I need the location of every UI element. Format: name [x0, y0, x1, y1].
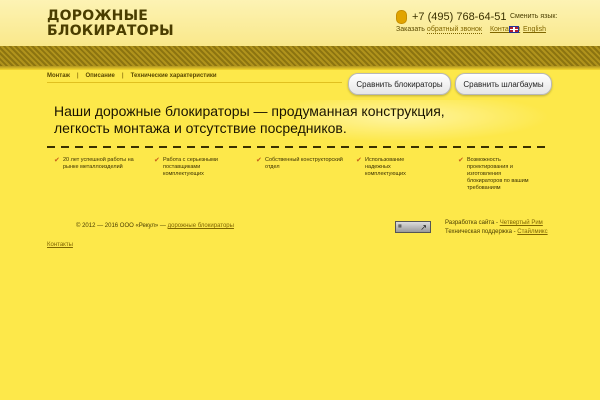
headline-line-1: Наши дорожные блокираторы — продуманная … [54, 103, 445, 119]
compare-blockers-button[interactable]: Сравнить блокираторы [348, 73, 451, 95]
headline-line-2: легкость монтажа и отсутствие посреднико… [54, 120, 347, 136]
feature-text: Использование надежных комплектующих [365, 157, 406, 177]
feature-item: ✔ Собственный конструкторский отдел [256, 157, 347, 171]
logo-line-2: БЛОКИРАТОРЫ [47, 23, 174, 39]
features-list: ✔ 20 лет успешной работы на рынке металл… [54, 157, 554, 207]
copyright-link[interactable]: дорожные блокираторы [168, 223, 234, 229]
phone-number: +7 (495) 768-64-51 [412, 11, 507, 23]
site-logo[interactable]: ДОРОЖНЫЕ БЛОКИРАТОРЫ [47, 9, 177, 39]
uk-flag-icon [509, 26, 519, 33]
nav-separator: | [121, 73, 124, 79]
badge-arrow-icon: ↗ [420, 222, 427, 232]
logo-line-1: ДОРОЖНЫЕ [47, 8, 149, 24]
feature-item: ✔ Работа с серьезными поставщиками компл… [154, 157, 238, 178]
copyright: © 2012 — 2016 ООО «Рекул» — дорожные бло… [76, 223, 234, 229]
feature-text: 20 лет успешной работы на рынке металлои… [63, 157, 134, 170]
callback-link[interactable]: обратный звонок [426, 26, 482, 34]
badge-grid-icon: ▦ [398, 223, 402, 228]
checkmark-icon: ✔ [256, 157, 262, 164]
dashed-divider [47, 146, 547, 148]
english-link[interactable]: English [523, 26, 546, 33]
footer-contacts-link[interactable]: Контакты [47, 242, 73, 248]
support-link[interactable]: Стайлмикс [517, 229, 547, 235]
developer-badge[interactable]: ▦ ↗ [395, 221, 431, 233]
phone-block: +7 (495) 768-64-51 [396, 10, 506, 24]
compare-barriers-button[interactable]: Сравнить шлагбаумы [455, 73, 552, 95]
developer-label: Разработка сайта - [445, 220, 499, 226]
support-label: Техническая поддержка - [445, 229, 516, 235]
nav-item-description[interactable]: Описание [86, 73, 115, 79]
phone-icon [396, 10, 407, 24]
developer-link[interactable]: Четвертый Рим [500, 220, 543, 226]
copyright-text: © 2012 — 2016 ООО «Рекул» — [76, 223, 166, 229]
nav-item-specs[interactable]: Технические характеристики [131, 73, 217, 79]
feature-item: ✔ Возможность проектирования и изготовле… [458, 157, 529, 192]
checkmark-icon: ✔ [356, 157, 362, 164]
feature-text: Возможность проектирования и изготовлени… [467, 157, 529, 191]
feature-item: ✔ 20 лет успешной работы на рынке металл… [54, 157, 143, 171]
nav-divider [47, 82, 342, 83]
feature-text: Работа с серьезными поставщиками комплек… [163, 157, 218, 177]
checkmark-icon: ✔ [154, 157, 160, 164]
header-links: Заказать обратный звонок Контакты [396, 26, 520, 34]
language-label: Сменить язык: [510, 13, 558, 20]
language-switch[interactable]: English [509, 26, 546, 33]
checkmark-icon: ✔ [458, 157, 464, 164]
main-nav: Монтаж | Описание | Технические характер… [47, 70, 347, 82]
developer-credit: Разработка сайта - Четвертый Рим [445, 220, 543, 226]
feature-text: Собственный конструкторский отдел [265, 157, 343, 170]
support-credit: Техническая поддержка - Стайлмикс [445, 229, 548, 235]
checkmark-icon: ✔ [54, 157, 60, 164]
order-prefix: Заказать [396, 26, 425, 33]
feature-item: ✔ Использование надежных комплектующих [356, 157, 425, 178]
nav-item-installation[interactable]: Монтаж [47, 73, 70, 79]
nav-separator: | [76, 73, 79, 79]
decorative-stripe [0, 46, 600, 66]
page-headline: Наши дорожные блокираторы — продуманная … [54, 103, 474, 137]
